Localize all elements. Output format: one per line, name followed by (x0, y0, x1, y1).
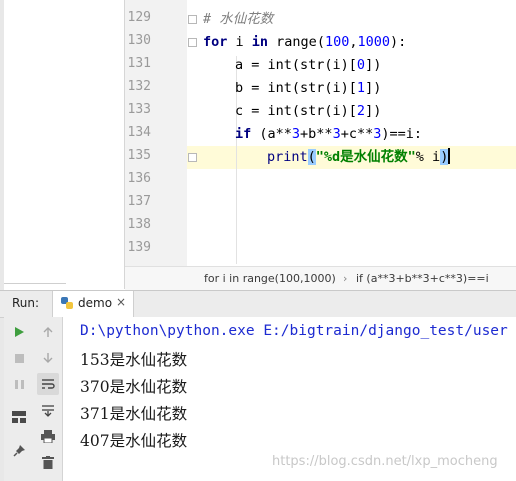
code-text: range( (268, 34, 325, 50)
breadcrumb-item-if[interactable]: if (a**3+b**3+c**3)==i (356, 267, 489, 291)
line-number: 135 (127, 148, 151, 163)
project-pane (4, 0, 125, 289)
console-line: 370是水仙花数 (80, 378, 188, 396)
builtin-function: print (267, 149, 308, 165)
run-toolbar-left (4, 317, 34, 481)
number-literal: 1 (356, 80, 366, 96)
number-literal: 3 (332, 126, 341, 142)
code-line-131: a = int(str(i)[0]) (235, 55, 381, 75)
code-text: +b** (300, 126, 333, 142)
pin-icon[interactable] (8, 439, 30, 461)
run-icon[interactable] (8, 321, 30, 343)
matched-bracket: ( (307, 149, 316, 165)
line-number: 137 (127, 194, 151, 209)
code-line-130: for i in range(100,1000): (203, 32, 406, 52)
code-text: ): (390, 34, 407, 50)
line-number: 130 (127, 33, 151, 48)
code-text: ]) (365, 103, 382, 119)
console-line: 371是水仙花数 (80, 405, 188, 423)
console-command-line: D:\python\python.exe E:/bigtrain/django_… (80, 323, 508, 339)
matched-bracket: ) (440, 149, 449, 165)
code-text: i (227, 34, 252, 50)
number-literal: 1000 (357, 34, 390, 50)
print-icon[interactable] (37, 425, 59, 447)
keyword: in (251, 34, 269, 50)
console-line: 153是水仙花数 (80, 351, 188, 369)
line-number: 129 (127, 10, 151, 25)
text-caret (448, 148, 451, 164)
code-text: (a** (251, 126, 292, 142)
line-number: 134 (127, 125, 151, 140)
code-text: b = int(str(i)[ (235, 80, 357, 96)
layout-icon[interactable] (8, 406, 30, 428)
code-text: c = int(str(i)[ (235, 103, 357, 119)
breadcrumb: for i in range(100,1000) › if (a**3+b**3… (125, 266, 516, 291)
code-text: a = int(str(i)[ (235, 57, 357, 73)
tab-demo[interactable]: demo × (52, 291, 134, 317)
keyword: if (235, 126, 252, 142)
scroll-to-end-icon[interactable] (37, 399, 59, 421)
line-number: 139 (127, 240, 151, 255)
breadcrumb-separator: › (343, 272, 348, 285)
number-literal: 0 (356, 57, 366, 73)
line-number: 131 (127, 56, 151, 71)
number-literal: 2 (356, 103, 366, 119)
arrow-up-icon[interactable] (37, 321, 59, 343)
tab-label: demo (78, 296, 113, 310)
run-panel-header: Run: demo × (0, 290, 516, 318)
string-literal: "%d是水仙花数" (315, 149, 416, 165)
line-number: 132 (127, 79, 151, 94)
code-line-135: print("%d是水仙花数"% i) (267, 147, 451, 167)
line-gutter: 129 130 131 132 133 134 135 136 137 138 … (125, 0, 197, 266)
arrow-down-icon[interactable] (37, 347, 59, 369)
number-literal: 100 (324, 34, 350, 50)
code-line-129: # 水仙花数 (203, 11, 274, 27)
watermark: https://blog.csdn.net/lxp_mocheng (272, 454, 498, 469)
code-text: )==i: (381, 126, 422, 142)
pause-icon[interactable] (8, 373, 30, 395)
code-line-132: b = int(str(i)[1]) (235, 78, 381, 98)
soft-wrap-icon[interactable] (37, 373, 59, 395)
line-number: 133 (127, 102, 151, 117)
code-text: ]) (365, 80, 382, 96)
trash-icon[interactable] (37, 451, 59, 473)
number-literal: 3 (291, 126, 301, 142)
run-toolbar-right (34, 317, 63, 481)
line-number: 138 (127, 217, 151, 232)
close-icon[interactable]: × (116, 295, 126, 309)
python-file-icon (61, 297, 73, 309)
code-text: +c** (340, 126, 374, 142)
line-number: 136 (127, 171, 151, 186)
console-line: 407是水仙花数 (80, 432, 188, 450)
code-line-133: c = int(str(i)[2]) (235, 101, 381, 121)
pane-divider (4, 283, 66, 284)
code-editor[interactable]: # 水仙花数 for i in range(100,1000): a = int… (188, 0, 516, 266)
code-text: % i (415, 149, 441, 165)
breadcrumb-item-for[interactable]: for i in range(100,1000) (204, 267, 336, 291)
code-text: ]) (365, 57, 382, 73)
run-label: Run: (12, 296, 40, 310)
keyword: for (203, 34, 228, 50)
code-line-134: if (a**3+b**3+c**3)==i: (235, 124, 422, 144)
stop-icon[interactable] (8, 347, 30, 369)
